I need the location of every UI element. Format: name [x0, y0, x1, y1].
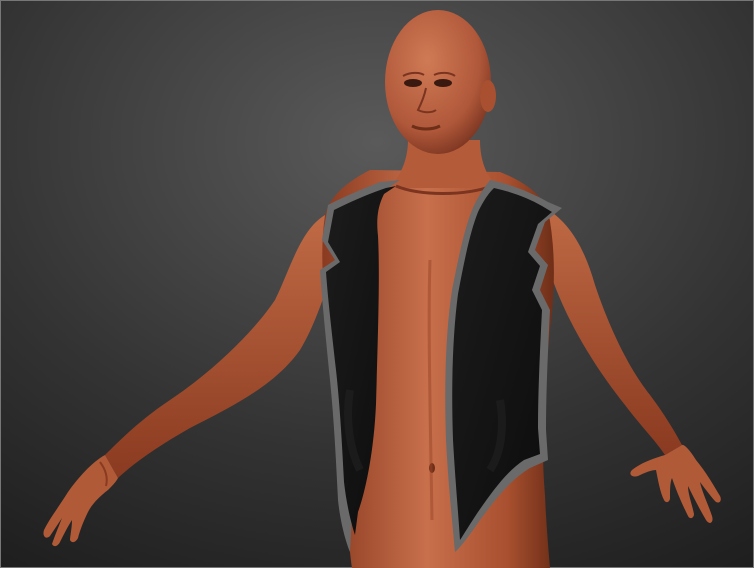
render-canvas: [0, 0, 754, 568]
left-eye: [404, 79, 422, 87]
viewport-3d: [0, 0, 754, 568]
right-eye: [434, 79, 452, 87]
